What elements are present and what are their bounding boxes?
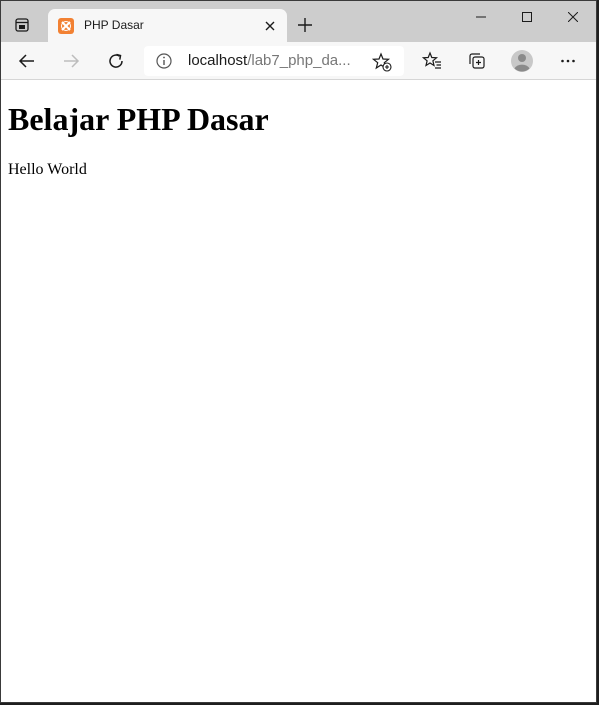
tab-actions-icon (15, 18, 29, 32)
forward-button[interactable] (56, 46, 86, 76)
url-text[interactable]: localhost/lab7_php_da... (188, 52, 351, 69)
browser-window: PHP Dasar localhost/lab7_php_da... Belaj… (0, 0, 597, 703)
add-favorite-icon[interactable] (372, 52, 392, 72)
more-icon (561, 59, 575, 63)
tab-bar: PHP Dasar (1, 1, 596, 42)
forward-arrow-icon (64, 54, 80, 68)
url-path: /lab7_php_da... (247, 52, 351, 69)
close-window-button[interactable] (550, 1, 596, 33)
close-icon (568, 12, 578, 22)
refresh-button[interactable] (101, 46, 131, 76)
new-tab-button[interactable] (293, 13, 317, 37)
address-bar[interactable]: localhost/lab7_php_da... (144, 46, 404, 76)
page-viewport: Belajar PHP Dasar Hello World (1, 81, 596, 702)
maximize-icon (522, 12, 532, 22)
browser-toolbar: localhost/lab7_php_da... (1, 42, 596, 80)
tab-actions-button[interactable] (6, 10, 38, 40)
xampp-icon (58, 18, 74, 34)
profile-icon (511, 50, 533, 72)
close-icon (265, 21, 275, 31)
favorites-icon (422, 51, 441, 69)
favorites-button[interactable] (417, 46, 447, 76)
minimize-button[interactable] (458, 1, 504, 33)
close-tab-button[interactable] (261, 17, 279, 35)
refresh-icon (109, 53, 123, 68)
collections-button[interactable] (462, 46, 492, 76)
maximize-button[interactable] (504, 1, 550, 33)
back-button[interactable] (12, 46, 42, 76)
info-icon[interactable] (156, 53, 172, 69)
page-text: Hello World (8, 161, 87, 178)
collections-icon (469, 53, 485, 69)
tab-title: PHP Dasar (84, 18, 144, 32)
more-button[interactable] (553, 46, 583, 76)
back-arrow-icon (18, 54, 34, 68)
plus-icon (298, 18, 312, 32)
minimize-icon (476, 16, 486, 18)
active-tab[interactable]: PHP Dasar (48, 9, 287, 42)
page-heading: Belajar PHP Dasar (8, 101, 269, 137)
profile-button[interactable] (507, 46, 537, 76)
url-host: localhost (188, 52, 248, 69)
